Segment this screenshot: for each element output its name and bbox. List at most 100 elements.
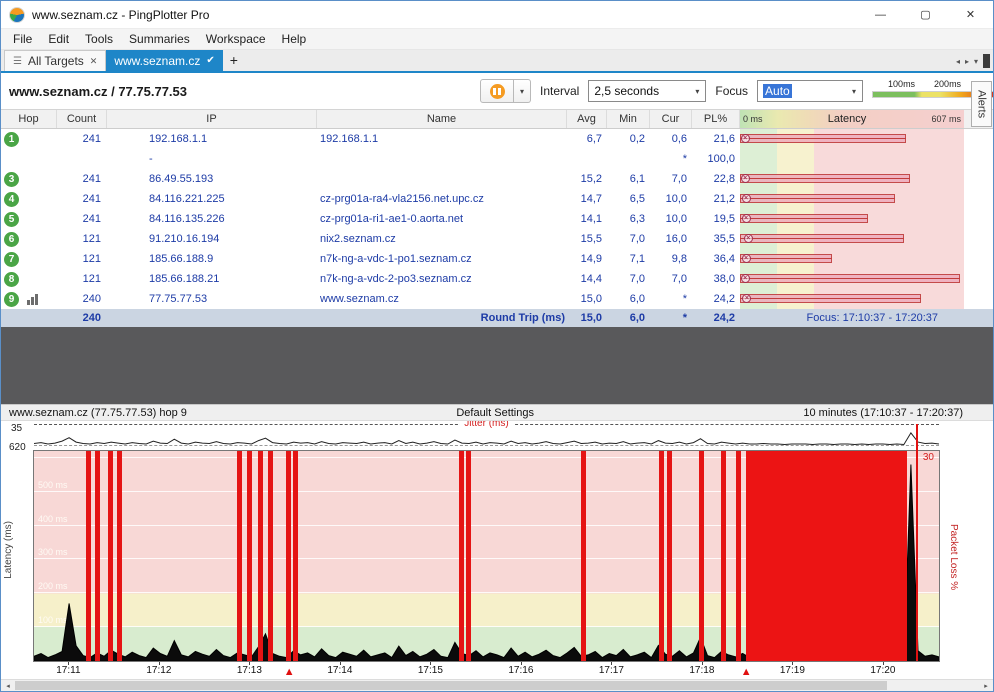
scroll-left-icon[interactable]: ◂ [1,680,15,691]
tab-close-icon[interactable]: ✕ [90,56,98,67]
count-cell: 241 [57,173,107,185]
window-title: www.seznam.cz - PingPlotter Pro [32,8,209,22]
count-cell: 121 [57,253,107,265]
time-tick-label: 17:18 [689,665,714,676]
horizontal-scrollbar[interactable]: ◂ ▸ [1,679,993,691]
latency-current-marker: × [741,174,750,183]
table-row[interactable]: 324186.49.55.19315,26,17,022,8× [1,169,993,189]
header-latency-scale[interactable]: 0 ms Latency 607 ms [740,110,964,128]
hop-number-badge: 7 [4,252,19,267]
menu-item-edit[interactable]: Edit [40,29,77,50]
event-marker-triangle[interactable]: ▲ [284,666,295,678]
hop-cell: 3 [1,172,57,187]
latency-avg-line [740,258,832,259]
header-hop[interactable]: Hop [1,110,57,128]
ip-cell: 84.116.135.226 [107,213,317,225]
alerts-side-tab[interactable]: Alerts [971,81,992,127]
table-row[interactable]: 612191.210.16.194nix2.seznam.cz15,57,016… [1,229,993,249]
table-row[interactable]: -*100,0 [1,149,993,169]
graph-header: www.seznam.cz (77.75.77.53) hop 9 Defaul… [1,404,993,421]
header-avg[interactable]: Avg [567,110,607,128]
ip-cell: 91.210.16.194 [107,233,317,245]
close-button[interactable]: ✕ [948,1,993,28]
pause-button[interactable] [480,79,514,103]
packet-loss-bar [95,451,100,661]
header-packet-loss[interactable]: PL% [692,110,740,128]
maximize-button[interactable]: ▢ [903,1,948,28]
header-cur[interactable]: Cur [650,110,692,128]
tab-scroll-left-icon[interactable]: ◂ [956,57,960,66]
packet-loss-cell: 21,6 [692,133,740,145]
packet-loss-cell: 35,5 [692,233,740,245]
menu-item-tools[interactable]: Tools [77,29,121,50]
new-tab-button[interactable]: + [223,50,245,71]
graph-time-range[interactable]: 10 minutes (17:10:37 - 17:20:37) [803,407,963,419]
event-marker-triangle[interactable]: ▲ [741,666,752,678]
name-cell: cz-prg01a-ri1-ae1-0.aorta.net [317,213,567,225]
count-cell: 240 [57,293,107,305]
menu-item-help[interactable]: Help [274,29,315,50]
count-cell: 121 [57,233,107,245]
table-row[interactable]: 7121185.66.188.9n7k-ng-a-vdc-1-po1.sezna… [1,249,993,269]
table-row[interactable]: 524184.116.135.226cz-prg01a-ri1-ae1-0.ao… [1,209,993,229]
header-name[interactable]: Name [317,110,567,128]
graph-settings-title[interactable]: Default Settings [456,407,534,419]
latency-avg-line [740,218,868,219]
count-cell: 241 [57,193,107,205]
minimize-button[interactable]: — [858,1,903,28]
packet-loss-bar [268,451,273,661]
interval-select[interactable]: 2,5 seconds ▾ [588,80,706,102]
latency-current-marker: × [742,194,751,203]
table-header-row: Hop Count IP Name Avg Min Cur PL% 0 ms L… [1,110,993,129]
packet-loss-bar [258,451,263,661]
hop-cell: 9 [1,292,57,307]
packet-loss-cell: 21,2 [692,193,740,205]
table-row[interactable]: 424184.116.221.225cz-prg01a-ra4-vla2156.… [1,189,993,209]
latency-graph-cell: × [740,269,964,289]
check-icon: ✔ [206,55,214,66]
time-tick-label: 17:15 [418,665,443,676]
min-cell: 7,0 [607,273,650,285]
menu-item-workspace[interactable]: Workspace [198,29,274,50]
header-ip[interactable]: IP [107,110,317,128]
hop-cell: 1 [1,132,57,147]
count-cell: 241 [57,133,107,145]
packet-loss-bar [108,451,113,661]
jitter-chart[interactable]: Jitter (ms) [34,424,939,446]
tab-all-targets[interactable]: ☰ All Targets ✕ [4,50,106,71]
table-row[interactable]: 1241192.168.1.1192.168.1.16,70,20,621,6× [1,129,993,149]
header-count[interactable]: Count [57,110,107,128]
min-cell: 6,0 [607,293,650,305]
scroll-right-icon[interactable]: ▸ [979,680,993,691]
hop-number-badge: 4 [4,192,19,207]
time-tick-label: 17:19 [780,665,805,676]
tab-scroll-right-icon[interactable]: ▸ [965,57,969,66]
latency-avg-line [740,278,960,279]
menu-item-file[interactable]: File [5,29,40,50]
scrollbar-thumb[interactable] [15,681,887,690]
packet-loss-bar [466,451,471,661]
tab-list-chevron-down-icon[interactable]: ▾ [974,57,978,66]
target-address: www.seznam.cz / 77.75.77.53 [9,84,471,99]
table-row[interactable]: 924077.75.77.53www.seznam.cz15,06,0*24,2… [1,289,993,309]
name-cell: www.seznam.cz [317,293,567,305]
latency-avg-line [740,138,906,139]
time-graph-panel[interactable]: 35 Jitter (ms) 620 500 ms400 ms300 ms200… [1,421,993,679]
tab-active-target[interactable]: www.seznam.cz ✔ [106,50,222,71]
focus-select[interactable]: Auto ▾ [757,80,863,102]
latency-graph-cell: × [740,289,964,309]
latency-avg-line [740,298,921,299]
header-min[interactable]: Min [607,110,650,128]
min-cell: 7,0 [607,233,650,245]
bar-chart-icon [27,294,38,305]
min-cell: 6,1 [607,173,650,185]
cur-cell: 0,6 [650,133,692,145]
table-row[interactable]: 8121185.66.188.21n7k-ng-a-vdc-2-po3.sezn… [1,269,993,289]
summary-cur: * [650,312,692,324]
summary-row[interactable]: 240 Round Trip (ms) 15,0 6,0 * 24,2 Focu… [1,309,993,327]
pause-dropdown[interactable]: ▾ [514,79,531,103]
min-cell: 6,5 [607,193,650,205]
latency-plot[interactable]: 500 ms400 ms300 ms200 ms100 ms 30 [34,451,939,661]
cur-cell: * [650,153,692,165]
menu-item-summaries[interactable]: Summaries [121,29,198,50]
